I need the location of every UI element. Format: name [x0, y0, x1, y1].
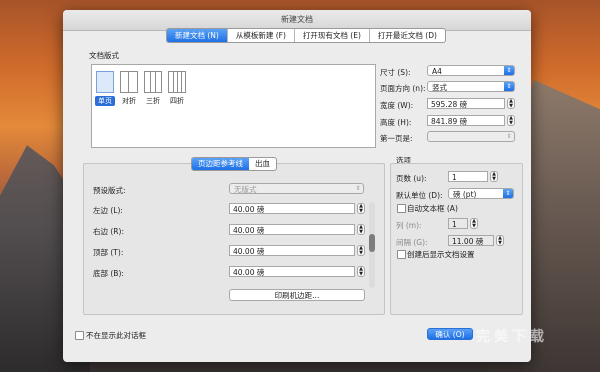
tab-bleed[interactable]: 出血 [249, 158, 276, 170]
size-value: A4 [432, 67, 442, 76]
top-margin-field[interactable]: 40.00 磅 [229, 245, 355, 256]
trifold-icon [144, 71, 162, 93]
size-label: 尺寸 (S): [380, 68, 411, 77]
margins-scrollbar[interactable] [369, 202, 375, 288]
pages-stepper[interactable]: ▲ ▼ [490, 171, 498, 182]
right-margin-label: 右边 (R): [93, 227, 124, 236]
columns-field[interactable]: 1 [448, 218, 468, 229]
orientation-value: 竖式 [432, 83, 447, 92]
chevron-updown-icon: ⇕ [504, 82, 514, 91]
dont-show-label: 不在显示此对话框 [86, 331, 146, 340]
ok-button[interactable]: 确认 (O) [427, 328, 473, 340]
tab-new-document[interactable]: 新建文档 (N) [167, 29, 228, 42]
tab-margin-guides[interactable]: 页边距参考线 [192, 158, 249, 170]
watermark-text: 完美下载 [476, 329, 548, 345]
quadfold-icon [168, 71, 186, 93]
margin-tab-bar: 页边距参考线 出血 [191, 157, 277, 171]
width-field[interactable]: 595.28 磅 [427, 98, 505, 109]
chevron-updown-icon: ⇕ [504, 66, 514, 75]
layout-quadfold-label: 四折 [170, 97, 184, 105]
columns-stepper[interactable]: ▲ ▼ [470, 218, 478, 229]
layout-thumbnails: 单页 对折 三折 四折 [91, 64, 376, 148]
show-after-checkbox[interactable] [397, 250, 406, 259]
layout-trifold[interactable]: 三折 [143, 71, 163, 106]
top-margin-label: 顶部 (T): [93, 248, 124, 257]
unit-select[interactable]: 磅 (pt) ⇕ [448, 188, 514, 199]
layout-quadfold[interactable]: 四折 [167, 71, 187, 106]
unit-label: 默认单位 (D): [396, 191, 443, 200]
preset-label: 预设版式: [93, 186, 126, 195]
preset-value: 无版式 [234, 185, 257, 194]
first-page-label: 第一页是: [380, 134, 413, 143]
chevron-updown-icon: ⇕ [506, 133, 512, 140]
bottom-margin-stepper[interactable]: ▲ ▼ [357, 266, 365, 277]
layout-single-label: 单页 [95, 96, 115, 106]
gutter-field[interactable]: 11.00 磅 [448, 235, 494, 246]
chevron-updown-icon: ⇕ [355, 185, 361, 192]
left-margin-label: 左边 (L): [93, 206, 123, 215]
tab-open-recent[interactable]: 打开最近文档 (D) [370, 29, 445, 42]
chevron-updown-icon: ⇕ [503, 189, 513, 198]
auto-text-checkbox[interactable] [397, 204, 406, 213]
auto-text-label: 自动文本框 (A) [407, 204, 458, 213]
gutter-stepper[interactable]: ▲ ▼ [496, 235, 504, 246]
right-margin-stepper[interactable]: ▲ ▼ [357, 224, 365, 235]
orientation-label: 页面方向 (n): [380, 84, 426, 93]
bottom-margin-label: 底部 (B): [93, 269, 124, 278]
preset-select[interactable]: 无版式 ⇕ [229, 183, 364, 194]
orientation-select[interactable]: 竖式 ⇕ [427, 81, 515, 92]
first-page-select[interactable]: ⇕ [427, 131, 515, 142]
scrollbar-knob[interactable] [369, 234, 375, 252]
columns-label: 列 (m): [396, 221, 422, 230]
top-margin-stepper[interactable]: ▲ ▼ [357, 245, 365, 256]
width-label: 宽度 (W): [380, 101, 414, 110]
width-stepper[interactable]: ▲ ▼ [507, 98, 515, 109]
layout-single-page[interactable]: 单页 [95, 71, 115, 106]
layout-bifold-label: 对折 [122, 97, 136, 105]
show-after-label: 创建后显示文档设置 [407, 250, 475, 259]
dont-show-checkbox[interactable] [75, 331, 84, 340]
left-margin-field[interactable]: 40.00 磅 [229, 203, 355, 214]
left-margin-stepper[interactable]: ▲ ▼ [357, 203, 365, 214]
single-page-icon [96, 71, 114, 93]
layout-section-label: 文档版式 [89, 51, 119, 60]
height-label: 高度 (H): [380, 118, 412, 127]
height-stepper[interactable]: ▲ ▼ [507, 115, 515, 126]
right-margin-field[interactable]: 40.00 磅 [229, 224, 355, 235]
gutter-label: 间隔 (G): [396, 238, 428, 247]
new-document-dialog: 新建文档 新建文档 (N) 从模板新建 (F) 打开现有文档 (E) 打开最近文… [63, 10, 531, 362]
bifold-icon [120, 71, 138, 93]
size-select[interactable]: A4 ⇕ [427, 65, 515, 76]
printer-margins-button[interactable]: 印刷机边距... [229, 289, 365, 301]
top-tab-bar: 新建文档 (N) 从模板新建 (F) 打开现有文档 (E) 打开最近文档 (D) [166, 28, 446, 43]
pages-label: 页数 (u): [396, 174, 427, 183]
bottom-margin-field[interactable]: 40.00 磅 [229, 266, 355, 277]
height-field[interactable]: 841.89 磅 [427, 115, 505, 126]
pages-field[interactable]: 1 [448, 171, 488, 182]
layout-trifold-label: 三折 [146, 97, 160, 105]
tab-from-template[interactable]: 从模板新建 (F) [228, 29, 295, 42]
layout-bifold[interactable]: 对折 [119, 71, 139, 106]
tab-open-existing[interactable]: 打开现有文档 (E) [295, 29, 370, 42]
unit-value: 磅 (pt) [453, 190, 477, 199]
